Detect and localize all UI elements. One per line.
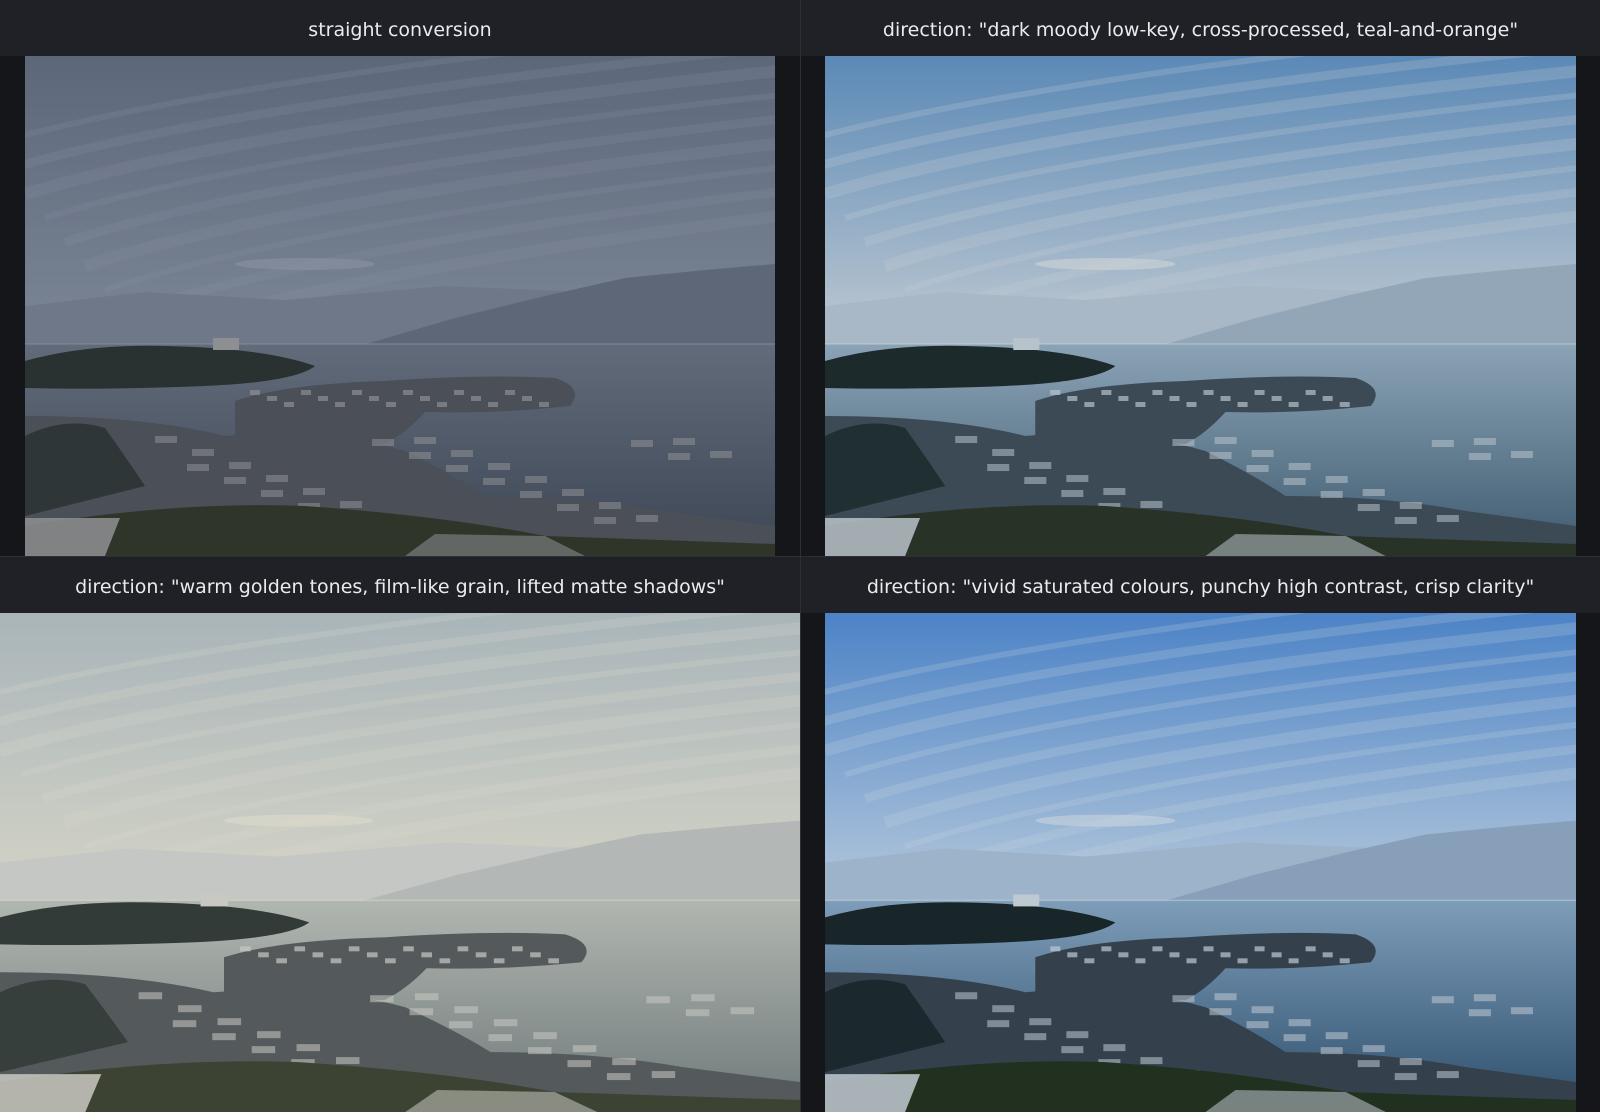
panel-caption: direction: "vivid saturated colours, pun…	[801, 557, 1600, 613]
island-building	[1013, 338, 1040, 350]
landscape-illustration	[825, 613, 1576, 1112]
landscape-illustration	[0, 613, 800, 1112]
landscape-illustration	[25, 56, 775, 556]
island-building	[200, 894, 229, 907]
panel-vivid-saturated: direction: "vivid saturated colours, pun…	[801, 557, 1600, 1112]
foreground-roof	[25, 518, 120, 556]
panel-caption: direction: "dark moody low-key, cross-pr…	[801, 0, 1600, 56]
cloud	[1035, 258, 1176, 270]
panel-caption: straight conversion	[0, 0, 800, 56]
island-building	[1013, 894, 1040, 907]
foreground-roof	[825, 518, 921, 556]
cloud	[235, 258, 375, 270]
landscape-photo	[25, 56, 775, 556]
landscape-photo	[825, 56, 1576, 556]
landscape-illustration	[825, 56, 1576, 556]
horizontal-divider	[0, 556, 1600, 557]
cloud	[224, 814, 374, 827]
landscape-photo	[0, 613, 800, 1112]
island-building	[213, 338, 239, 350]
foreground-roof	[825, 1074, 921, 1112]
panel-dark-moody: direction: "dark moody low-key, cross-pr…	[801, 0, 1600, 556]
panel-straight-conversion: straight conversion	[0, 0, 800, 556]
foreground-roof	[0, 1074, 102, 1112]
panel-caption: direction: "warm golden tones, film-like…	[0, 557, 800, 613]
landscape-photo	[825, 613, 1576, 1112]
panel-warm-golden: direction: "warm golden tones, film-like…	[0, 557, 800, 1112]
cloud	[1035, 814, 1176, 827]
comparison-grid: straight conversion direction: "dark moo…	[0, 0, 1600, 1112]
